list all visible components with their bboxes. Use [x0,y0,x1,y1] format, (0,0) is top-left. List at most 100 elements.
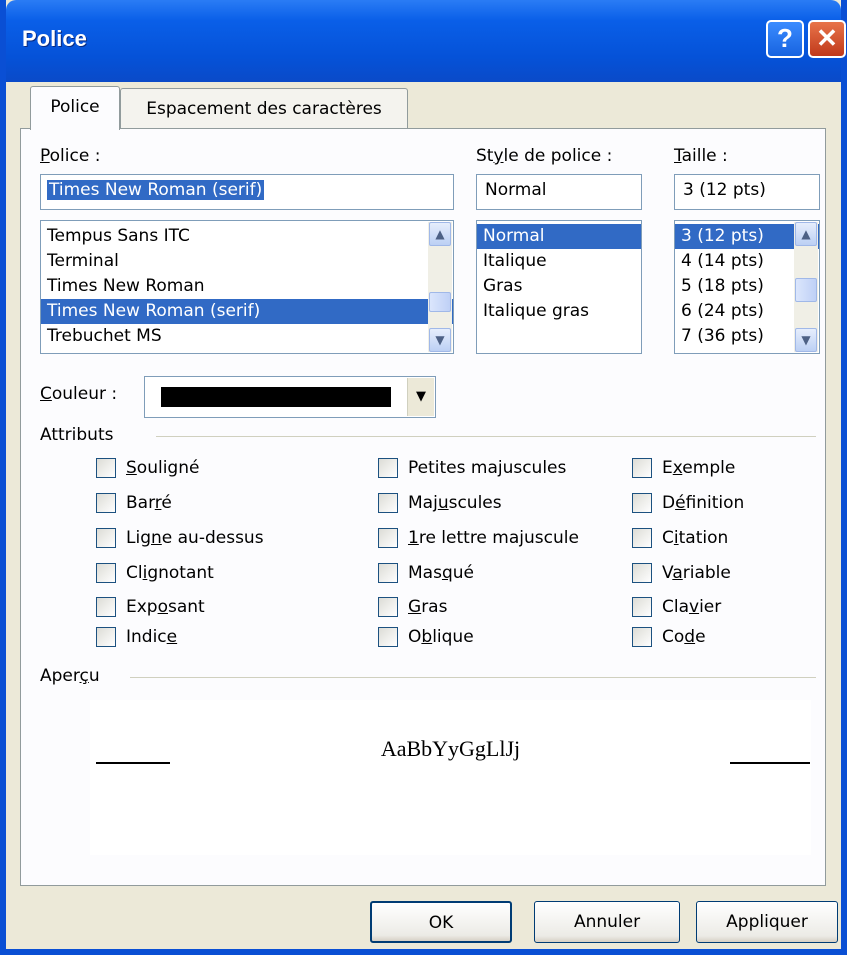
tab-label: Espacement des caractères [146,99,382,119]
checkbox-code[interactable] [632,627,652,647]
attributes-separator [156,436,816,437]
tab-police[interactable]: Police [30,86,120,130]
cancel-button[interactable]: Annuler [534,901,680,943]
font-style-list-item[interactable]: Normal [477,224,641,249]
checkbox-label: Variable [662,563,731,583]
font-style-list-item[interactable]: Italique gras [477,299,641,324]
font-style-value: Normal [485,180,547,200]
checkbox-variable[interactable] [632,563,652,583]
size-list[interactable]: 3 (12 pts) 4 (14 pts) 5 (18 pts) 6 (24 pts)… [674,220,820,354]
size-label: Taille : [674,146,728,166]
font-style-list-item[interactable]: Italique [477,249,641,274]
scroll-down-icon[interactable]: ▼ [429,328,451,352]
help-icon: ? [777,23,793,53]
font-list-item[interactable]: Terminal [41,249,453,274]
checkbox-label: Définition [662,493,745,513]
checkbox-label: Clignotant [126,563,214,583]
preview-line-right [730,762,810,764]
scroll-thumb[interactable] [795,278,817,302]
checkbox-exemple[interactable] [632,458,652,478]
preview-sample-text: AaBbYyGgLlJj [380,736,521,761]
scroll-thumb[interactable] [429,292,451,312]
list-item-label: 5 (18 pts) [681,276,764,296]
preview-separator [130,677,816,678]
checkbox-gras[interactable] [378,597,398,617]
list-item-label: Normal [483,226,545,246]
checkbox-label: Barré [126,493,172,513]
font-list[interactable]: Tempus Sans ITC Terminal Times New Roman Ti… [40,220,454,354]
title-bar[interactable]: Police ? ✕ [6,0,846,82]
close-icon: ✕ [816,23,838,53]
scroll-up-icon[interactable]: ▲ [795,222,817,246]
preview-box: AaBbYyGgLlJj [90,700,811,855]
help-button[interactable]: ? [766,20,804,58]
list-item-label: Times New Roman [47,276,205,296]
checkbox-indice[interactable] [96,627,116,647]
checkbox-label: Indice [126,627,178,647]
checkbox-label: 1re lettre majuscule [408,528,579,548]
list-item-label: 6 (24 pts) [681,301,764,321]
font-list-item[interactable]: Tempus Sans ITC [41,224,453,249]
attributes-group-label: Attributs [40,425,114,445]
chevron-down-icon[interactable]: ▼ [407,378,434,416]
color-dropdown[interactable]: ▼ [144,376,436,418]
checkbox-1re-lettre-majuscule[interactable] [378,528,398,548]
checkbox-definition[interactable] [632,493,652,513]
checkbox-clavier[interactable] [632,597,652,617]
scroll-up-icon[interactable]: ▲ [429,222,451,246]
checkbox-masque[interactable] [378,563,398,583]
tab-character-spacing[interactable]: Espacement des caractères [120,88,408,130]
font-list-item[interactable]: Times New Roman [41,274,453,299]
font-name-value: Times New Roman (serif) [47,180,265,200]
checkbox-label: Petites majuscules [408,458,567,478]
scroll-down-icon[interactable]: ▼ [795,328,817,352]
button-label: Annuler [573,912,641,932]
window-title: Police [22,26,87,51]
font-style-field[interactable]: Normal [476,174,642,210]
size-list-scrollbar[interactable]: ▲ ▼ [794,222,818,352]
close-button[interactable]: ✕ [808,20,846,58]
checkbox-citation[interactable] [632,528,652,548]
font-label: Police : [40,146,101,166]
checkbox-label: Masqué [408,563,474,583]
checkbox-exposant[interactable] [96,597,116,617]
checkbox-label: Exemple [662,458,736,478]
font-list-scrollbar[interactable]: ▲ ▼ [428,222,452,352]
checkbox-label: Gras [408,597,448,617]
checkbox-label: Clavier [662,597,722,617]
font-style-list-item[interactable]: Gras [477,274,641,299]
size-value: 3 (12 pts) [683,180,766,200]
list-item-label: Italique gras [483,301,590,321]
list-item-label: Terminal [47,251,119,271]
list-item-label: 3 (12 pts) [681,226,764,246]
font-list-item[interactable]: Times New Roman (serif) [41,299,453,324]
checkbox-ligne-au-dessus[interactable] [96,528,116,548]
checkbox-label: Code [662,627,706,647]
checkbox-petites-majuscules[interactable] [378,458,398,478]
checkbox-label: Oblique [408,627,474,647]
color-swatch [161,387,391,407]
font-name-field[interactable]: Times New Roman (serif) [40,174,454,210]
color-label: Couleur : [40,384,118,404]
size-field[interactable]: 3 (12 pts) [674,174,820,210]
checkbox-label: Souligné [126,458,200,478]
checkbox-label: Citation [662,528,729,548]
list-item-label: 4 (14 pts) [681,251,764,271]
list-item-label: 7 (36 pts) [681,326,764,346]
checkbox-clignotant[interactable] [96,563,116,583]
font-dialog: Police ? ✕ Police Espacement des caractè… [0,0,847,955]
ok-button[interactable]: OK [370,901,512,943]
tab-label: Police [50,97,100,117]
list-item-label: Tempus Sans ITC [47,226,190,246]
list-item-label: Times New Roman (serif) [47,301,261,321]
checkbox-oblique[interactable] [378,627,398,647]
font-list-item[interactable]: Trebuchet MS [41,324,453,349]
list-item-label: Trebuchet MS [47,326,162,346]
checkbox-majuscules[interactable] [378,493,398,513]
font-style-list[interactable]: Normal Italique Gras Italique gras [476,220,642,354]
list-item-label: Gras [483,276,523,296]
apply-button[interactable]: Appliquer [696,901,838,943]
checkbox-souligne[interactable] [96,458,116,478]
preview-group-label: Aperçu [40,666,100,686]
checkbox-barre[interactable] [96,493,116,513]
